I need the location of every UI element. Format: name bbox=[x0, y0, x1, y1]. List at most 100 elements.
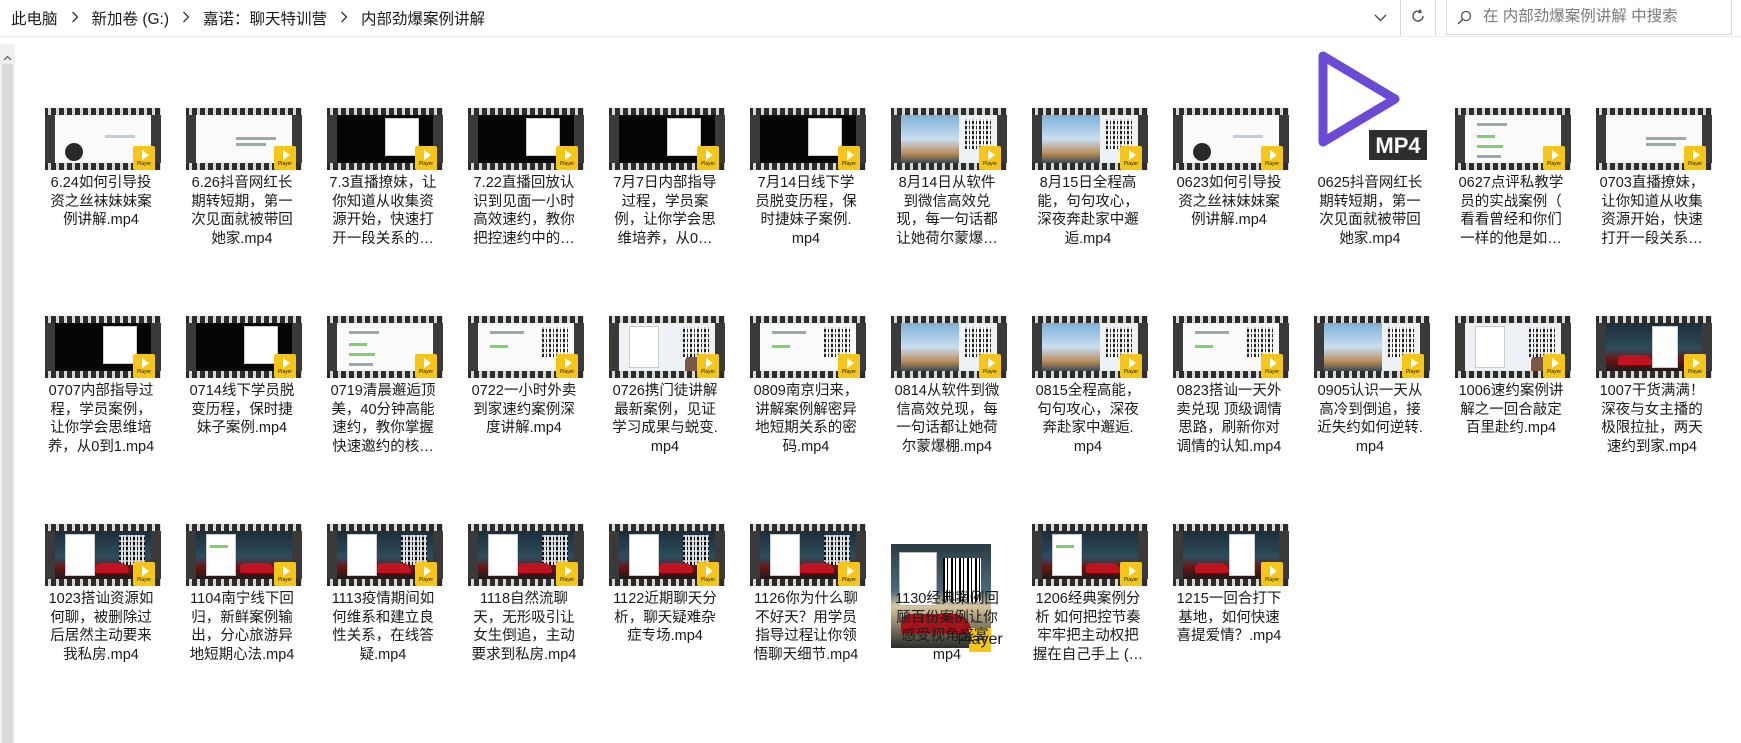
file-thumbnail[interactable]: Player bbox=[594, 254, 735, 382]
file-name-label[interactable]: 0623如何引导投 资之丝袜妹妹案 例讲解.mp4 bbox=[1164, 174, 1294, 230]
file-item[interactable]: Player 6.26抖音网红长 期转短期，第一 次见面就被带回 她家.mp4 bbox=[171, 46, 312, 254]
file-item[interactable]: Player 0809南京归来， 讲解案例解密异 地短期关系的密 码.mp4 bbox=[735, 254, 876, 462]
file-thumbnail[interactable]: Player bbox=[1440, 46, 1581, 174]
file-thumbnail[interactable]: Player bbox=[1017, 462, 1158, 590]
file-name-label[interactable]: 1113疫情期间如 何维系和建立良 性关系，在线答 疑.mp4 bbox=[318, 590, 448, 664]
file-item[interactable]: Player 1118自然流聊 天，无形吸引让 女生倒追，主动 要求到私房.mp4 bbox=[453, 462, 594, 670]
file-item[interactable]: Player 7月14日线下学 员脱变历程，保 时捷妹子案例. mp4 bbox=[735, 46, 876, 254]
file-thumbnail[interactable]: Player bbox=[312, 254, 453, 382]
file-thumbnail[interactable]: Player bbox=[312, 46, 453, 174]
file-item[interactable]: Player 0726携门徒讲解 最新案例，见证 学习成果与蜕变. mp4 bbox=[594, 254, 735, 462]
file-item[interactable]: Player 1023搭讪资源如 何聊，被删除过 后居然主动要来 我私房.mp4 bbox=[30, 462, 171, 670]
file-item[interactable]: Player 1126你为什么聊 不好天？用学员 指导过程让你领 悟聊天细节.mp4 bbox=[735, 462, 876, 670]
file-name-label[interactable]: 8月15日全程高 能，句句攻心， 深夜奔赴家中邂 逅.mp4 bbox=[1023, 174, 1153, 248]
file-item[interactable]: Player 8月14日从软件 到微信高效兑 现，每一句话都 让她荷尔蒙爆… bbox=[876, 46, 1017, 254]
file-item[interactable]: Player 0707内部指导过 程，学员案例， 让你学会思维培 养，从0到1.mp4 bbox=[30, 254, 171, 462]
file-name-label[interactable]: 7.22直播回放认 识到见面一小时 高效速约，教你 把控速约中的… bbox=[459, 174, 589, 248]
file-name-label[interactable]: 1215一回合打下 基地，如何快速 喜提爱情？.mp4 bbox=[1164, 590, 1294, 646]
file-item[interactable]: Player 1007干货满满！ 深夜与女主播的 极限拉扯，两天 速约到家.mp4 bbox=[1581, 254, 1722, 462]
file-name-label[interactable]: 1206经典案例分析 如何把控节奏 牢牢把主动权把 握在自己手上 (… bbox=[1023, 590, 1153, 664]
refresh-button[interactable] bbox=[1400, 0, 1436, 36]
file-thumbnail[interactable]: Player bbox=[453, 254, 594, 382]
file-thumbnail[interactable]: MP4 bbox=[1299, 46, 1440, 174]
file-item[interactable]: Player 0905认识一天从 高冷到倒追，接 近失约如何逆转. mp4 bbox=[1299, 254, 1440, 462]
file-name-label[interactable]: 0809南京归来， 讲解案例解密异 地短期关系的密 码.mp4 bbox=[741, 382, 871, 456]
file-thumbnail[interactable]: Player bbox=[876, 254, 1017, 382]
file-thumbnail[interactable]: Player bbox=[453, 462, 594, 590]
file-thumbnail[interactable]: Player bbox=[171, 46, 312, 174]
file-item[interactable]: Player 0722一小时外卖 到家速约案例深 度讲解.mp4 bbox=[453, 254, 594, 462]
file-item[interactable]: Player 0703直播撩妹， 让你知道从收集 资源开始，快速 打开一段关系… bbox=[1581, 46, 1722, 254]
file-item[interactable]: Player 0627点评私教学 员的实战案例（ 看看曾经和你们 一样的他是如… bbox=[1440, 46, 1581, 254]
chevron-right-icon[interactable] bbox=[334, 10, 354, 27]
file-item[interactable]: Player 7月7日内部指导 过程，学员案 例，让你学会思 维培养，从0… bbox=[594, 46, 735, 254]
file-name-label[interactable]: 6.24如何引导投 资之丝袜妹妹案 例讲解.mp4 bbox=[36, 174, 166, 230]
file-item[interactable]: Player 0823搭讪一天外 卖兑现 顶级调情 思路，刷新你对 调情的认知.mp4 bbox=[1158, 254, 1299, 462]
file-item[interactable]: Player 1215一回合打下 基地，如何快速 喜提爱情？.mp4 bbox=[1158, 462, 1299, 670]
file-name-label[interactable]: 7.3直播撩妹，让 你知道从收集资 源开始，快速打 开一段关系的… bbox=[318, 174, 448, 248]
file-name-label[interactable]: 0714线下学员脱 变历程，保时捷 妹子案例.mp4 bbox=[177, 382, 307, 438]
file-thumbnail[interactable]: Player bbox=[1581, 254, 1722, 382]
address-history-button[interactable] bbox=[1366, 4, 1394, 32]
file-name-label[interactable]: 1006速约案例讲 解之一回合敲定 百里赴约.mp4 bbox=[1446, 382, 1576, 438]
file-item[interactable]: Player 6.24如何引导投 资之丝袜妹妹案 例讲解.mp4 bbox=[30, 46, 171, 254]
file-name-label[interactable]: 0719清晨邂逅顶 美，40分钟高能 速约，教你掌握 快速邀约的核… bbox=[318, 382, 448, 456]
file-item[interactable]: Player 7.22直播回放认 识到见面一小时 高效速约，教你 把控速约中的… bbox=[453, 46, 594, 254]
file-item[interactable]: Player 0719清晨邂逅顶 美，40分钟高能 速约，教你掌握 快速邀约的核… bbox=[312, 254, 453, 462]
breadcrumb-item-folder[interactable]: 嘉诺：聊天特训营 bbox=[196, 7, 334, 29]
file-name-label[interactable]: 1122近期聊天分 析，聊天疑难杂 症专场.mp4 bbox=[600, 590, 730, 646]
file-name-label[interactable]: 0815全程高能， 句句攻心，深夜 奔赴家中邂逅. mp4 bbox=[1023, 382, 1153, 456]
file-thumbnail[interactable]: Player bbox=[1158, 254, 1299, 382]
file-thumbnail[interactable]: Player bbox=[876, 462, 1017, 652]
file-name-label[interactable]: 0905认识一天从 高冷到倒追，接 近失约如何逆转. mp4 bbox=[1305, 382, 1435, 456]
file-thumbnail[interactable]: Player bbox=[735, 46, 876, 174]
file-thumbnail[interactable]: Player bbox=[594, 46, 735, 174]
file-thumbnail[interactable]: Player bbox=[1158, 462, 1299, 590]
file-item[interactable]: Player 1113疫情期间如 何维系和建立良 性关系，在线答 疑.mp4 bbox=[312, 462, 453, 670]
vertical-scrollbar[interactable] bbox=[0, 44, 15, 743]
file-name-label[interactable]: 0722一小时外卖 到家速约案例深 度讲解.mp4 bbox=[459, 382, 589, 438]
file-name-label[interactable]: 1126你为什么聊 不好天？用学员 指导过程让你领 悟聊天细节.mp4 bbox=[741, 590, 871, 664]
file-item[interactable]: Player 7.3直播撩妹，让 你知道从收集资 源开始，快速打 开一段关系的… bbox=[312, 46, 453, 254]
file-thumbnail[interactable]: Player bbox=[735, 462, 876, 590]
file-thumbnail[interactable]: Player bbox=[453, 46, 594, 174]
file-thumbnail[interactable]: Player bbox=[735, 254, 876, 382]
scrollbar-thumb[interactable] bbox=[2, 64, 13, 743]
file-item[interactable]: Player 0814从软件到微 信高效兑现，每 一句话都让她荷 尔蒙爆棚.mp4 bbox=[876, 254, 1017, 462]
file-thumbnail[interactable]: Player bbox=[876, 46, 1017, 174]
file-thumbnail[interactable]: Player bbox=[1017, 46, 1158, 174]
file-thumbnail[interactable]: Player bbox=[171, 254, 312, 382]
file-name-label[interactable]: 0814从软件到微 信高效兑现，每 一句话都让她荷 尔蒙爆棚.mp4 bbox=[882, 382, 1012, 456]
file-thumbnail[interactable]: Player bbox=[1158, 46, 1299, 174]
breadcrumb[interactable]: 此电脑 新加卷 (G:) 嘉诺：聊天特训营 内部劲爆案例讲解 bbox=[0, 0, 1424, 36]
file-item[interactable]: Player 1122近期聊天分 析，聊天疑难杂 症专场.mp4 bbox=[594, 462, 735, 670]
file-item[interactable]: Player 1130经典案例回 顾百份案例让你 感受视角盛宴. mp4 bbox=[876, 462, 1017, 670]
file-name-label[interactable]: 1104南宁线下回 归，新鲜案例输 出，分心旅游异 地短期心法.mp4 bbox=[177, 590, 307, 664]
file-thumbnail[interactable]: Player bbox=[312, 462, 453, 590]
file-name-label[interactable]: 0625抖音网红长 期转短期，第一 次见面就被带回 她家.mp4 bbox=[1305, 174, 1435, 248]
chevron-right-icon[interactable] bbox=[176, 10, 196, 27]
file-item[interactable]: Player 1104南宁线下回 归，新鲜案例输 出，分心旅游异 地短期心法.mp4 bbox=[171, 462, 312, 670]
file-thumbnail[interactable]: Player bbox=[30, 254, 171, 382]
file-item[interactable]: Player 8月15日全程高 能，句句攻心， 深夜奔赴家中邂 逅.mp4 bbox=[1017, 46, 1158, 254]
file-item[interactable]: Player 0623如何引导投 资之丝袜妹妹案 例讲解.mp4 bbox=[1158, 46, 1299, 254]
file-name-label[interactable]: 8月14日从软件 到微信高效兑 现，每一句话都 让她荷尔蒙爆… bbox=[882, 174, 1012, 248]
file-name-label[interactable]: 0707内部指导过 程，学员案例， 让你学会思维培 养，从0到1.mp4 bbox=[36, 382, 166, 456]
breadcrumb-item-drive[interactable]: 新加卷 (G:) bbox=[85, 7, 177, 29]
file-name-label[interactable]: 0726携门徒讲解 最新案例，见证 学习成果与蜕变. mp4 bbox=[600, 382, 730, 456]
file-name-label[interactable]: 0703直播撩妹， 让你知道从收集 资源开始，快速 打开一段关系… bbox=[1587, 174, 1717, 248]
breadcrumb-item-this-pc[interactable]: 此电脑 bbox=[4, 7, 65, 29]
file-thumbnail[interactable]: Player bbox=[1581, 46, 1722, 174]
file-name-label[interactable]: 6.26抖音网红长 期转短期，第一 次见面就被带回 她家.mp4 bbox=[177, 174, 307, 248]
file-thumbnail[interactable]: Player bbox=[1017, 254, 1158, 382]
file-name-label[interactable]: 7月14日线下学 员脱变历程，保 时捷妹子案例. mp4 bbox=[741, 174, 871, 248]
file-name-label[interactable]: 1023搭讪资源如 何聊，被删除过 后居然主动要来 我私房.mp4 bbox=[36, 590, 166, 664]
file-name-label[interactable]: 1130经典案例回 顾百份案例让你 感受视角盛宴. mp4 bbox=[882, 590, 1012, 664]
file-name-label[interactable]: 0627点评私教学 员的实战案例（ 看看曾经和你们 一样的他是如… bbox=[1446, 174, 1576, 248]
file-name-label[interactable]: 0823搭讪一天外 卖兑现 顶级调情 思路，刷新你对 调情的认知.mp4 bbox=[1164, 382, 1294, 456]
file-thumbnail[interactable]: Player bbox=[594, 462, 735, 590]
file-item[interactable]: Player 1006速约案例讲 解之一回合敲定 百里赴约.mp4 bbox=[1440, 254, 1581, 462]
file-name-label[interactable]: 1007干货满满！ 深夜与女主播的 极限拉扯，两天 速约到家.mp4 bbox=[1587, 382, 1717, 456]
file-thumbnail[interactable]: Player bbox=[30, 462, 171, 590]
search-input[interactable] bbox=[1481, 7, 1725, 27]
